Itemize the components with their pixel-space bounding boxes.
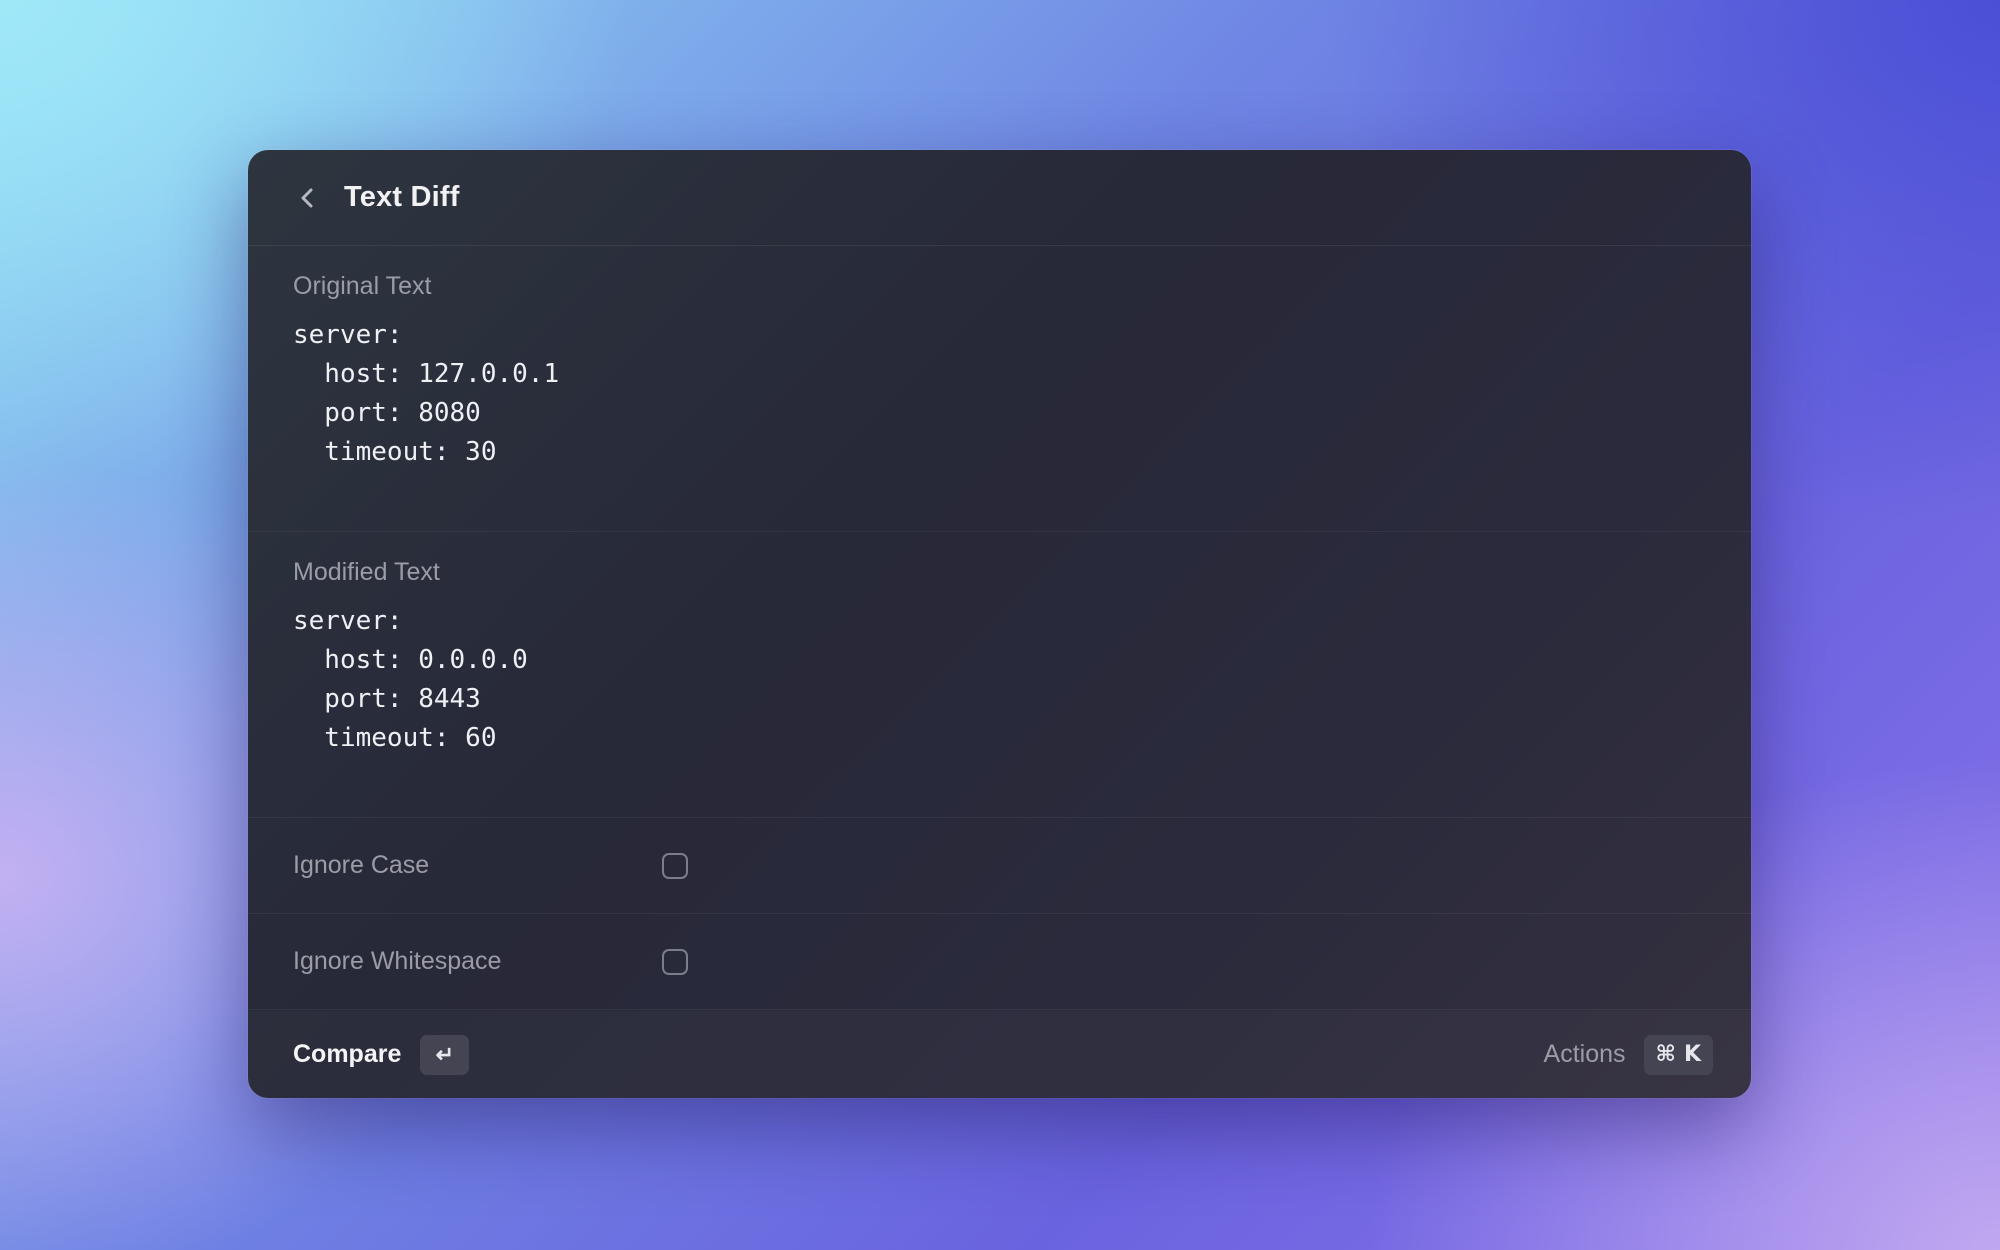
actions-label: Actions	[1543, 1040, 1626, 1068]
action-bar: Compare ↵ Actions ⌘ K	[248, 1011, 1751, 1098]
back-button[interactable]	[294, 185, 320, 211]
chevron-left-icon	[301, 188, 313, 207]
compare-label: Compare	[293, 1040, 402, 1068]
page-title: Text Diff	[344, 181, 460, 213]
original-text-field[interactable]: server: host: 127.0.0.1 port: 8080 timeo…	[293, 316, 1751, 472]
shortcut-badge: ⌘ K	[1643, 1034, 1713, 1075]
ignore-whitespace-label: Ignore Whitespace	[293, 947, 502, 975]
modified-text-field[interactable]: server: host: 0.0.0.0 port: 8443 timeout…	[293, 602, 1751, 758]
ignore-case-checkbox[interactable]	[662, 852, 688, 879]
ignore-whitespace-checkbox[interactable]	[662, 948, 688, 975]
text-diff-window: Text Diff Original Text server: host: 12…	[248, 150, 1751, 1098]
enter-key-icon: ↵	[420, 1034, 470, 1075]
modified-text-section: Modified Text server: host: 0.0.0.0 port…	[248, 532, 1751, 818]
modified-text-label: Modified Text	[293, 558, 440, 586]
original-text-label: Original Text	[293, 272, 432, 300]
ignore-whitespace-row: Ignore Whitespace	[248, 914, 1751, 1010]
original-text-section: Original Text server: host: 127.0.0.1 po…	[248, 246, 1751, 532]
header: Text Diff	[248, 150, 1751, 246]
ignore-case-label: Ignore Case	[293, 851, 430, 879]
k-key: K	[1683, 1042, 1701, 1067]
ignore-case-row: Ignore Case	[248, 818, 1751, 914]
actions-button[interactable]: Actions ⌘ K	[1543, 1034, 1713, 1075]
command-key-icon: ⌘	[1655, 1042, 1676, 1067]
compare-button[interactable]: Compare ↵	[293, 1034, 470, 1075]
